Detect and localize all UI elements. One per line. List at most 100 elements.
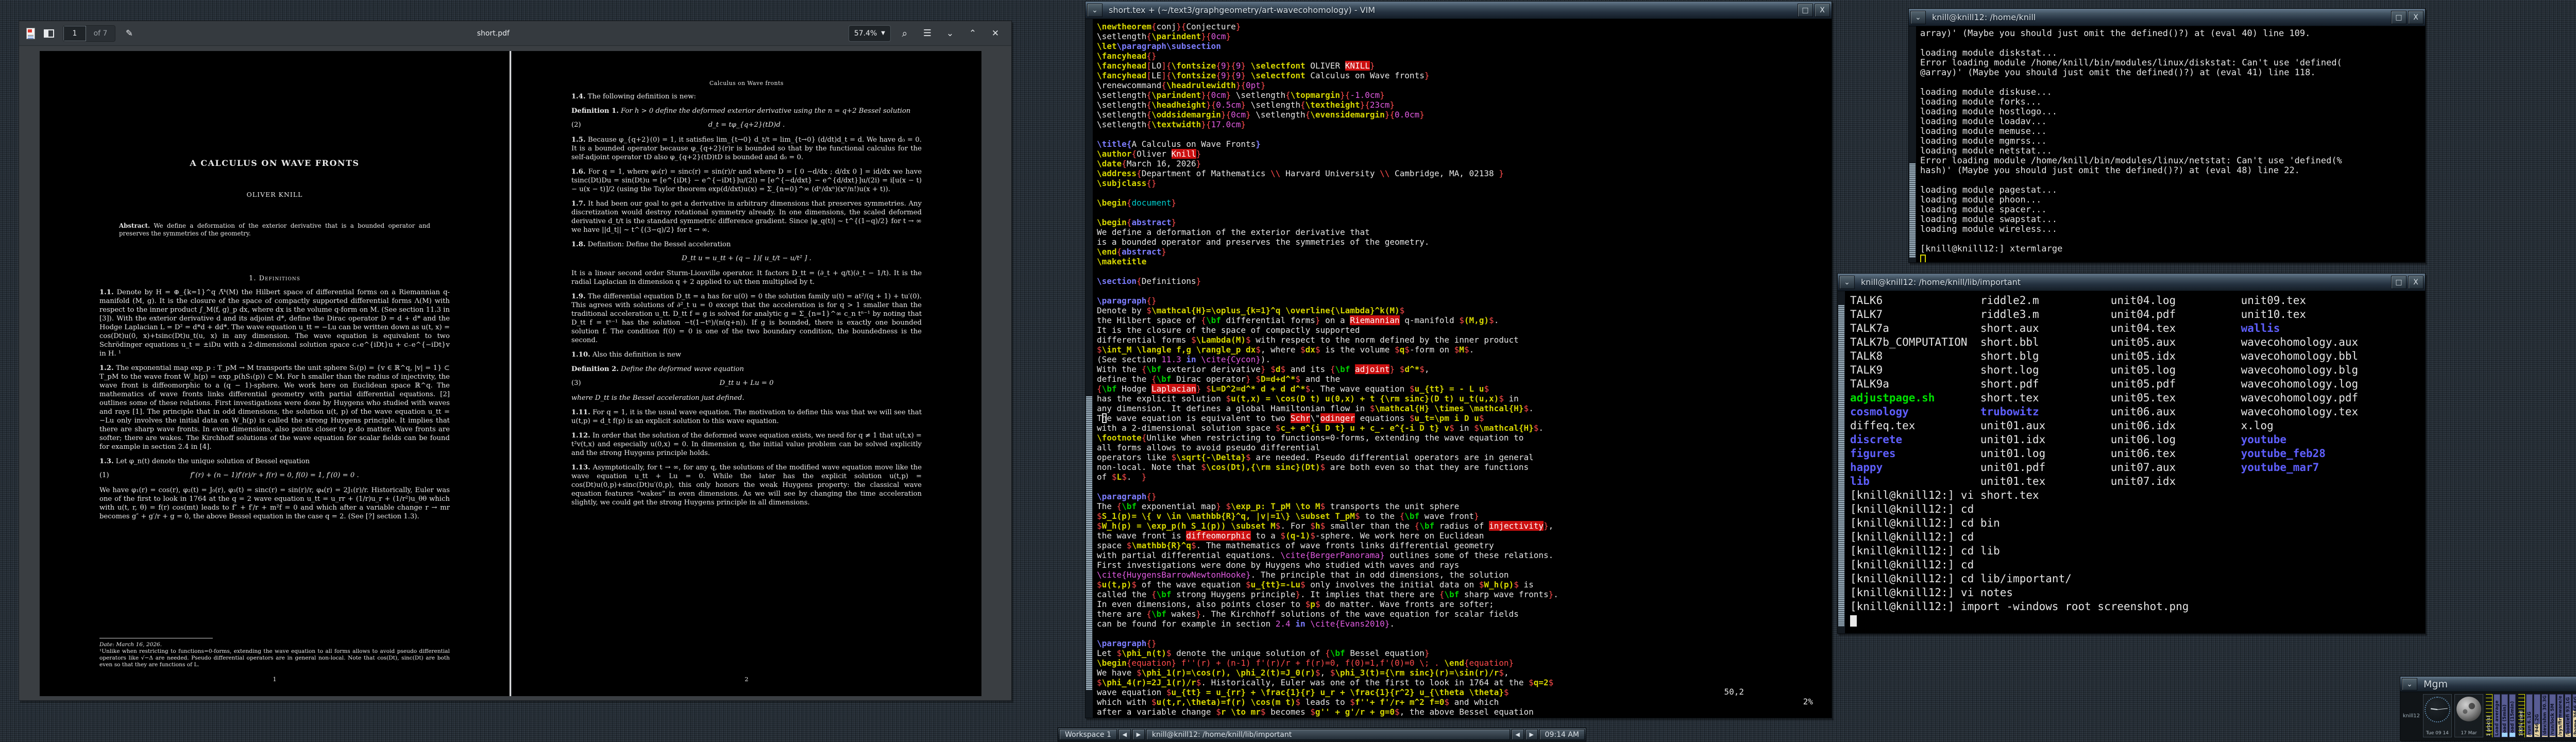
vim-text-segment: { xyxy=(1201,315,1206,325)
sidebar-toggle-button[interactable] xyxy=(40,25,58,42)
terminal-cursor xyxy=(1850,615,1857,627)
minimize-button[interactable]: ⌄ xyxy=(941,25,959,42)
menu-button[interactable]: ☰ xyxy=(919,25,936,42)
vim-text-segment: \textwidth xyxy=(1151,120,1201,129)
vim-text-segment: \bf xyxy=(1330,648,1345,658)
vim-text-segment: \int_M \langle f,g \rangle_p dx xyxy=(1102,345,1256,355)
vim-text-segment: { xyxy=(1146,609,1151,619)
terminal-body[interactable]: TALK6riddle2.munit04.logunit09.texTALK7r… xyxy=(1838,291,2425,633)
vim-text-segment: smaller than the xyxy=(1325,521,1414,531)
terminal-titlebar[interactable]: ⌄ knill@knill12: /home/knill/lib/importa… xyxy=(1838,274,2425,291)
vim-text-segment: \topmargin xyxy=(1291,90,1340,100)
vim-text-segment: 9 xyxy=(1236,71,1241,80)
vim-line: there are {\bf wakes}. The Kirchhoff sol… xyxy=(1097,609,1831,619)
close-button[interactable]: X xyxy=(2408,11,2424,24)
active-task-button[interactable]: knill@knill12: /home/knill/lib/important xyxy=(1146,729,1510,740)
search-button[interactable]: ⌕ xyxy=(896,25,913,42)
load-bar: Load (5min) xyxy=(2501,694,2508,737)
page-number-input[interactable]: 1 xyxy=(63,26,86,41)
document-title: short.pdf xyxy=(143,29,843,38)
paragraph-number: 1.6. xyxy=(571,168,586,176)
vim-text-segment: $ xyxy=(1172,452,1177,462)
vim-line: \newtheorem{conj}{Conjecture} xyxy=(1097,22,1831,31)
workspace-button[interactable]: Workspace 1 xyxy=(1059,729,1117,740)
minimize-button[interactable]: ⌄ xyxy=(1839,276,1855,289)
vim-text-segment: wakes xyxy=(1166,609,1196,619)
vim-text-segment: \fancyhead xyxy=(1097,51,1146,61)
terminal-scrollbar[interactable] xyxy=(1909,26,1917,262)
close-button[interactable]: ✕ xyxy=(987,25,1004,42)
vim-text-segment: $ xyxy=(1191,335,1196,345)
terminal-scrollbar-thumb[interactable] xyxy=(1838,305,1844,627)
paragraph-number: 1.2. xyxy=(99,364,114,372)
vim-text-segment: diffeomorphic xyxy=(1186,531,1250,541)
annotate-button[interactable]: ✎ xyxy=(121,25,138,42)
vim-scrollbar-thumb[interactable] xyxy=(1086,396,1092,690)
vim-text-segment: \begin xyxy=(1097,198,1127,208)
maximize-button[interactable]: □ xyxy=(2391,11,2406,24)
close-button[interactable]: X xyxy=(2408,276,2424,289)
terminal-line: loading module hostlogo... xyxy=(1920,107,2424,117)
vim-text-segment: } xyxy=(1196,159,1201,168)
ls-row: TALK6riddle2.munit04.logunit09.tex xyxy=(1850,294,2424,308)
vim-text-segment: \fontsize xyxy=(1172,71,1216,80)
ls-cell: riddle2.m xyxy=(1980,294,2111,308)
vim-text-segment: { xyxy=(1127,198,1132,208)
vim-text-segment: in xyxy=(1291,619,1311,629)
vim-terminal-body[interactable]: \newtheorem{conj}{Conjecture}\setlength{… xyxy=(1086,19,1832,718)
mgm-titlebar[interactable]: ⌄ Mgm □ ✕ xyxy=(2400,677,2576,692)
ls-cell: wallis xyxy=(2241,322,2371,335)
vim-text-segment: \bf xyxy=(1444,589,1459,599)
ls-cell: unit09.tex xyxy=(2241,294,2371,308)
vim-text-segment: } xyxy=(1236,22,1241,31)
ls-cell: unit01.aux xyxy=(1980,419,2111,433)
vim-text-segment: S_1(p)= \{ v \in \mathbb{R}^q, |v|=1\} \… xyxy=(1102,511,1355,521)
terminal-window-title: knill@knill12: /home/knill/lib/important xyxy=(1856,277,2389,287)
vim-text-segment: } xyxy=(1474,511,1479,521)
vim-text-segment: } xyxy=(1425,71,1430,80)
terminal-scrollbar[interactable] xyxy=(1838,291,1845,633)
vim-text-segment: D=d+d^* xyxy=(1261,374,1295,384)
terminal-body[interactable]: array)' (Maybe you should just omit the … xyxy=(1909,26,2425,262)
equation-body: d_t = tφ_{q+2}(tD)d . xyxy=(602,121,922,130)
paragraph-number: 1.10. xyxy=(571,351,590,359)
vim-text-segment: T xyxy=(1097,413,1102,423)
right-arrow-button[interactable]: ▶ xyxy=(1132,729,1145,740)
vim-text-segment: only involves the initial data on xyxy=(1306,580,1479,589)
left-arrow-button[interactable]: ◀ xyxy=(1118,729,1131,740)
vim-text-segment: 11.3 xyxy=(1161,355,1181,364)
maximize-button[interactable]: ⌃ xyxy=(964,25,981,42)
vim-text-segment: $ xyxy=(1295,374,1300,384)
equation-body: D_tt u = u_tt + (q − 1)[ u_t/t − u/t² ] … xyxy=(602,254,922,263)
vim-text-segment: L xyxy=(1117,472,1122,482)
vim-titlebar[interactable]: ⌄ short.tex + (~/text3/graphgeometry/art… xyxy=(1086,2,1832,19)
vim-text-segment: }{ xyxy=(1340,90,1350,100)
terminal-titlebar[interactable]: ⌄ knill@knill12: /home/knill □ X xyxy=(1909,9,2425,26)
right-arrow-button[interactable]: ▶ xyxy=(1526,729,1538,740)
maximize-button[interactable]: □ xyxy=(1798,4,1813,17)
vim-text-segment: -form on xyxy=(1410,345,1454,355)
vim-text-segment: odinger xyxy=(1320,413,1355,423)
close-button[interactable]: X xyxy=(1815,4,1830,17)
disk-bar: / 946.2G xyxy=(2534,694,2540,737)
maximize-button[interactable]: □ xyxy=(2391,276,2406,289)
terminal-scrollbar-thumb[interactable] xyxy=(1909,163,1916,258)
minimize-button[interactable]: ⌄ xyxy=(2402,678,2417,690)
vim-scrollbar[interactable] xyxy=(1086,19,1093,718)
zoom-dropdown[interactable]: 57.4% ▼ xyxy=(849,25,891,42)
disk-meter: 100% used /run 6.1G/ 946.2G/dev/shm 30.3… xyxy=(2518,694,2576,737)
taskbar: Workspace 1 ◀ ▶ knill@knill12: /home/kni… xyxy=(1058,728,1586,741)
minimize-button[interactable]: ⌄ xyxy=(1910,11,1926,24)
vim-text-segment: \bf xyxy=(1335,364,1350,374)
pdf-page-area[interactable]: A CALCULUS ON WAVE FRONTSOLIVER KNILLAbs… xyxy=(19,46,1011,700)
vim-text-segment: \footnote xyxy=(1097,433,1142,443)
vim-text-segment: Laplacian xyxy=(1151,384,1196,394)
terminal-line: loading module wireless... xyxy=(1920,225,2424,234)
load-bar: Load average xyxy=(2494,694,2500,737)
vim-text-segment: $ xyxy=(1097,521,1102,531)
zoom-level: 57.4% xyxy=(854,29,877,38)
left-arrow-button[interactable]: ◀ xyxy=(1512,729,1524,740)
minimize-button[interactable]: ⌄ xyxy=(1087,4,1103,17)
vim-text-segment: } xyxy=(1161,247,1166,257)
terminal-line xyxy=(1920,78,2424,88)
